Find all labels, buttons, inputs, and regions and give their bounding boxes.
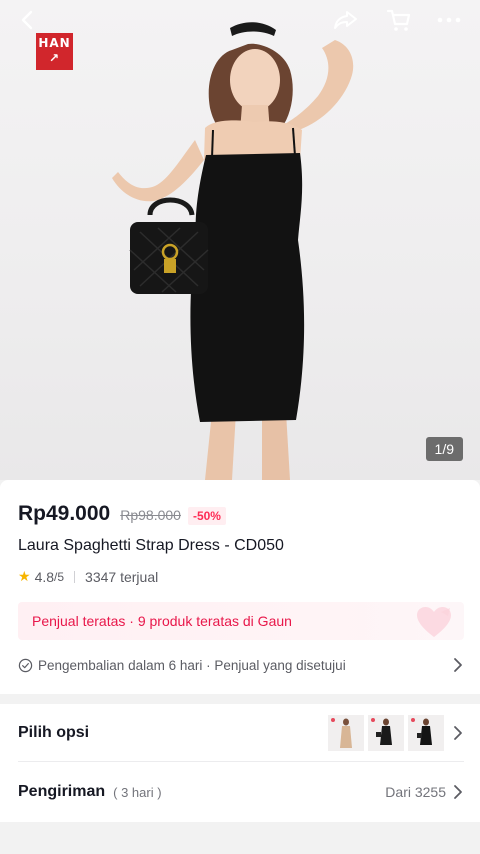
sold-count: 3347 terjual bbox=[85, 568, 159, 585]
chevron-right-icon bbox=[454, 658, 462, 672]
heart-badge-icon bbox=[417, 607, 451, 637]
more-icon bbox=[437, 17, 461, 23]
variant-thumbnail[interactable] bbox=[408, 715, 444, 751]
variant-dot bbox=[331, 718, 335, 722]
options-section: Pilih opsi Pengiriman ( 3 hari ) Dari 32… bbox=[0, 704, 480, 822]
price-row: Rp49.000 Rp98.000 -50% bbox=[18, 502, 226, 526]
shipping-price-from: Dari 3255 bbox=[385, 784, 446, 800]
rating-row[interactable]: ★ 4.8 /5 3347 terjual bbox=[18, 568, 158, 585]
product-info-card: Rp49.000 Rp98.000 -50% Laura Spaghetti S… bbox=[0, 480, 480, 694]
more-options-button[interactable] bbox=[433, 4, 465, 36]
variant-dot bbox=[411, 718, 415, 722]
product-image-gallery[interactable]: HAN ↗ 1/9 bbox=[0, 0, 480, 480]
share-icon bbox=[334, 11, 357, 29]
return-policy-text: Pengembalian dalam 6 hari · Penjual yang… bbox=[38, 658, 346, 673]
chevron-right-icon bbox=[454, 725, 462, 740]
cart-button[interactable] bbox=[383, 4, 415, 36]
shipping-row[interactable]: Pengiriman ( 3 hari ) Dari 3255 bbox=[18, 763, 464, 821]
rating-value: 4.8 bbox=[34, 568, 55, 585]
product-photo bbox=[112, 22, 354, 480]
current-price: Rp49.000 bbox=[18, 502, 111, 525]
back-button[interactable] bbox=[12, 4, 44, 36]
select-option-label: Pilih opsi bbox=[18, 723, 90, 741]
top-seller-text: Penjual teratas · 9 produk teratas di Ga… bbox=[32, 613, 292, 629]
original-price: Rp98.000 bbox=[120, 507, 181, 523]
discount-badge: -50% bbox=[187, 507, 226, 525]
brand-logo: HAN ↗ bbox=[36, 33, 73, 70]
image-counter: 1/9 bbox=[425, 437, 463, 461]
check-circle-icon bbox=[18, 658, 33, 673]
variant-thumbnail[interactable] bbox=[368, 715, 404, 751]
back-arrow-icon bbox=[21, 10, 33, 30]
cart-icon bbox=[386, 9, 411, 31]
return-policy-row[interactable]: Pengembalian dalam 6 hari · Penjual yang… bbox=[18, 658, 464, 673]
variant-thumbnails bbox=[328, 715, 444, 751]
divider bbox=[74, 570, 76, 583]
star-icon: ★ bbox=[18, 568, 31, 584]
select-option-row[interactable]: Pilih opsi bbox=[18, 704, 464, 762]
brand-logo-line1: HAN bbox=[38, 36, 71, 50]
share-button[interactable] bbox=[330, 4, 362, 36]
brand-logo-line2: ↗ bbox=[48, 51, 61, 65]
shipping-label: Pengiriman bbox=[18, 783, 106, 800]
variant-dot bbox=[371, 718, 375, 722]
page-bottom-spacer bbox=[0, 822, 480, 854]
chevron-right-icon bbox=[454, 785, 462, 799]
shipping-duration: ( 3 hari ) bbox=[113, 784, 162, 800]
variant-thumbnail[interactable] bbox=[328, 715, 364, 751]
top-seller-banner[interactable]: Penjual teratas · 9 produk teratas di Ga… bbox=[18, 602, 464, 640]
product-title: Laura Spaghetti Strap Dress - CD050 bbox=[18, 537, 284, 554]
rating-max: /5 bbox=[54, 569, 65, 584]
